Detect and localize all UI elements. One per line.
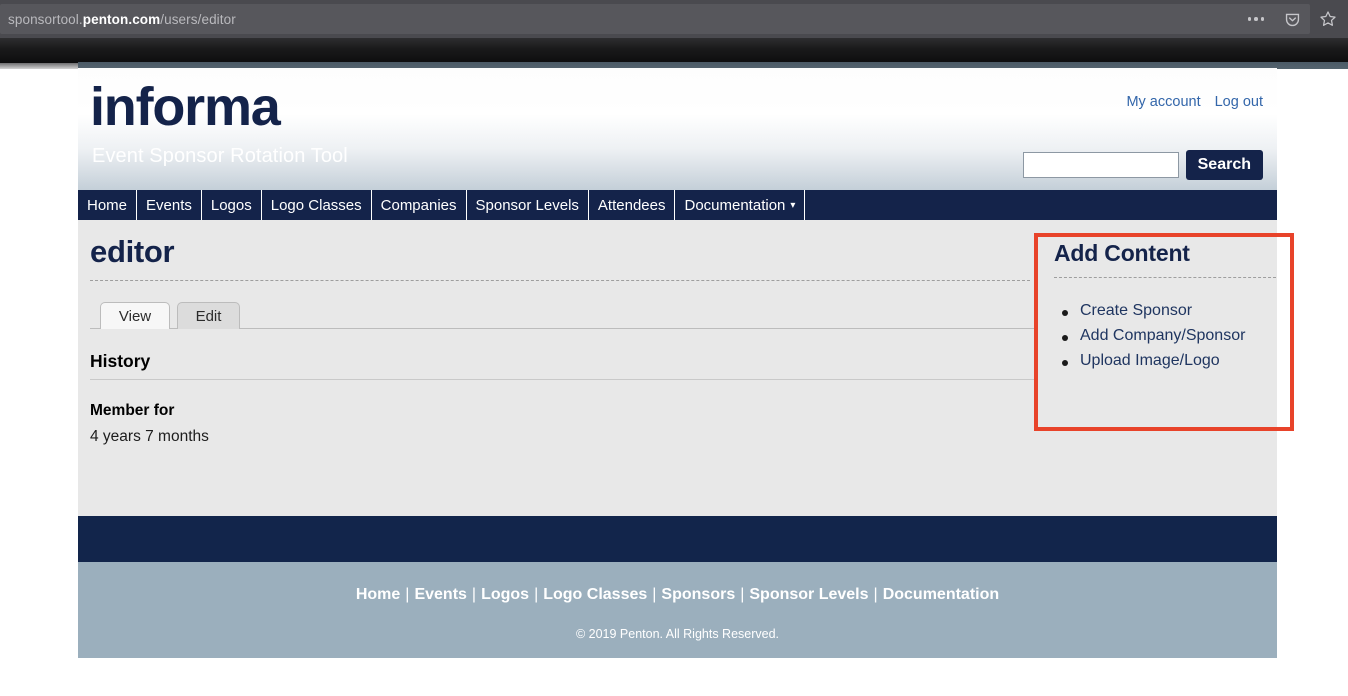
nav-item-logos[interactable]: Logos xyxy=(202,190,262,220)
nav-item-events[interactable]: Events xyxy=(137,190,202,220)
add-content-sidebar: Add Content Create Sponsor Add Company/S… xyxy=(1036,220,1277,516)
nav-item-attendees[interactable]: Attendees xyxy=(589,190,676,220)
sidebar-item-create-sponsor[interactable]: Create Sponsor xyxy=(1080,302,1192,319)
main-column: editor View Edit History Member for 4 ye… xyxy=(78,220,1096,446)
search-area: Search xyxy=(1022,150,1263,180)
footer-link-logo-classes[interactable]: Logo Classes xyxy=(543,586,647,603)
footer-link-home[interactable]: Home xyxy=(356,586,400,603)
log-out-link[interactable]: Log out xyxy=(1215,94,1263,110)
footer-separator: | xyxy=(471,586,477,603)
my-account-link[interactable]: My account xyxy=(1126,94,1200,110)
nav-item-companies[interactable]: Companies xyxy=(372,190,467,220)
account-links: My account Log out xyxy=(1126,94,1263,110)
nav-label: Sponsor Levels xyxy=(475,196,579,214)
nav-label: Documentation xyxy=(684,196,786,214)
address-bar[interactable]: sponsortool.penton.com/users/editor xyxy=(0,4,1310,34)
pocket-icon[interactable] xyxy=(1282,9,1302,29)
site-header: informa Event Sponsor Rotation Tool My a… xyxy=(78,68,1277,190)
footer-link-sponsors[interactable]: Sponsors xyxy=(661,586,735,603)
nav-label: Home xyxy=(87,196,128,214)
chevron-down-icon: ▾ xyxy=(790,199,796,211)
bookmark-star-icon[interactable] xyxy=(1318,9,1338,29)
member-for-value: 4 years 7 months xyxy=(90,428,209,445)
band-edge-left xyxy=(0,63,78,69)
tab-bar: View Edit xyxy=(90,302,1096,329)
nav-label: Companies xyxy=(380,196,457,214)
sidebar-list: Create Sponsor Add Company/Sponsor Uploa… xyxy=(1054,302,1259,370)
footer-separator: | xyxy=(534,586,539,603)
sidebar-divider xyxy=(1054,277,1276,278)
nav-label: Events xyxy=(146,196,192,214)
site-tagline: Event Sponsor Rotation Tool xyxy=(92,145,348,167)
url-subdomain: sponsortool. xyxy=(8,11,83,27)
footer-separator: | xyxy=(405,586,410,603)
nav-label: Logo Classes xyxy=(270,196,362,214)
browser-chrome: sponsortool.penton.com/users/editor xyxy=(0,0,1348,38)
list-item: Add Company/Sponsor xyxy=(1054,327,1259,345)
nav-label: Attendees xyxy=(597,196,666,214)
url-domain: penton.com xyxy=(82,11,161,27)
history-heading: History xyxy=(90,351,151,371)
search-input[interactable] xyxy=(1022,152,1179,178)
url-path: /users/editor xyxy=(160,11,236,27)
footer-link-logos[interactable]: Logos xyxy=(481,586,529,603)
navy-spacer-bar xyxy=(78,516,1277,562)
nav-item-logo-classes[interactable]: Logo Classes xyxy=(262,190,372,220)
search-button[interactable]: Search xyxy=(1185,150,1263,180)
tab-edit[interactable]: Edit xyxy=(177,302,240,329)
footer-separator: | xyxy=(873,586,878,603)
url-text: sponsortool.penton.com/users/editor xyxy=(0,12,236,27)
copyright-text: © 2019 Penton. All Rights Reserved. xyxy=(575,627,780,641)
site-footer: Home | Events | Logos | Logo Classes | Sponsors |… xyxy=(78,562,1277,658)
nav-item-documentation[interactable]: Documentation ▾ xyxy=(675,190,806,220)
footer-link-documentation[interactable]: Documentation xyxy=(883,586,999,603)
footer-link-events[interactable]: Events xyxy=(414,586,466,603)
page-container: informa Event Sponsor Rotation Tool My a… xyxy=(78,68,1277,658)
page-actions-more-icon[interactable] xyxy=(1246,9,1266,29)
history-divider xyxy=(90,379,1096,380)
list-item: Upload Image/Logo xyxy=(1054,352,1259,370)
sidebar-item-upload-image-logo[interactable]: Upload Image/Logo xyxy=(1080,352,1220,369)
nav-item-home[interactable]: Home xyxy=(78,190,138,220)
title-divider xyxy=(90,280,1030,281)
nav-item-sponsor-levels[interactable]: Sponsor Levels xyxy=(467,190,589,220)
content-row: editor View Edit History Member for 4 ye… xyxy=(78,220,1277,516)
main-navigation: Home Events Logos Logo Classes Companies… xyxy=(78,190,1277,220)
page-title: editor xyxy=(90,234,175,269)
nav-label: Logos xyxy=(210,196,252,214)
footer-link-sponsor-levels[interactable]: Sponsor Levels xyxy=(749,586,868,603)
sidebar-item-add-company-sponsor[interactable]: Add Company/Sponsor xyxy=(1080,327,1245,344)
browser-toolbar-icons xyxy=(1246,4,1338,34)
sidebar-title: Add Content xyxy=(1054,240,1190,266)
site-logo: informa xyxy=(90,77,281,137)
tab-underline xyxy=(90,328,1096,329)
footer-separator: | xyxy=(652,586,657,603)
footer-links: Home | Events | Logos | Logo Classes | Sponsors |… xyxy=(78,586,1277,604)
list-item: Create Sponsor xyxy=(1054,302,1259,320)
footer-separator: | xyxy=(740,586,745,603)
tab-view[interactable]: View xyxy=(100,302,170,329)
member-for-label: Member for xyxy=(90,402,175,419)
